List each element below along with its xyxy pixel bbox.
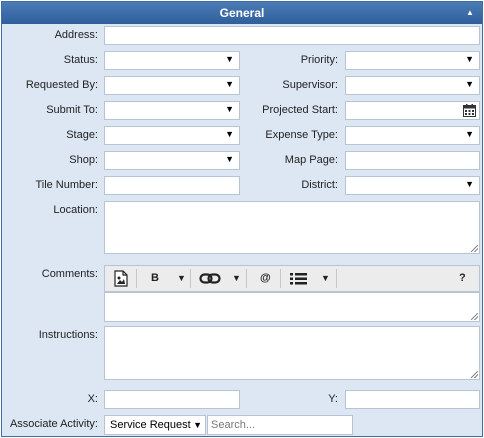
chevron-down-icon[interactable]: ▼ — [177, 266, 186, 291]
tile-number-label: Tile Number: — [35, 179, 98, 191]
resize-grip-icon[interactable] — [471, 371, 478, 378]
calendar-icon[interactable] — [463, 104, 476, 117]
shop-select[interactable]: ▼ — [104, 151, 240, 170]
y-label: Y: — [328, 393, 338, 405]
supervisor-select[interactable]: ▼ — [345, 76, 480, 95]
expense-type-label: Expense Type: — [265, 129, 338, 141]
resize-grip-icon[interactable] — [471, 313, 478, 320]
requested-by-select[interactable]: ▼ — [104, 76, 240, 95]
resize-grip-icon[interactable] — [471, 245, 478, 252]
dropdown-arrow-icon: ▼ — [465, 129, 474, 139]
submit-to-select[interactable]: ▼ — [104, 101, 240, 120]
toolbar-separator — [246, 269, 247, 288]
dropdown-arrow-icon: ▼ — [225, 104, 234, 114]
address-input[interactable] — [104, 26, 480, 45]
location-label: Location: — [53, 204, 98, 216]
toolbar-separator — [190, 269, 191, 288]
instructions-label: Instructions: — [38, 329, 98, 341]
dropdown-arrow-icon: ▼ — [465, 179, 474, 189]
toolbar-separator — [336, 269, 337, 288]
shop-label: Shop: — [69, 154, 98, 166]
y-input[interactable] — [345, 390, 480, 409]
location-textarea[interactable] — [104, 201, 480, 254]
bullet-list-icon[interactable] — [290, 272, 307, 285]
stage-select[interactable]: ▼ — [104, 126, 240, 145]
associate-activity-label: Associate Activity: — [9, 418, 98, 430]
district-label: District: — [301, 179, 338, 191]
requested-by-label: Requested By: — [25, 79, 98, 91]
toolbar-separator — [280, 269, 281, 288]
comments-editor[interactable] — [104, 292, 480, 322]
chevron-down-icon[interactable]: ▼ — [321, 266, 330, 291]
x-label: X: — [87, 393, 98, 405]
district-select[interactable]: ▼ — [345, 176, 480, 195]
status-label: Status: — [63, 54, 98, 66]
chevron-up-icon[interactable]: ▲ — [464, 2, 476, 24]
projected-start-input[interactable] — [345, 101, 480, 120]
associate-activity-value: Service Request — [110, 419, 191, 431]
comments-label: Comments: — [41, 268, 98, 280]
panel-header[interactable]: General ▲ — [2, 2, 482, 24]
priority-select[interactable]: ▼ — [345, 51, 480, 70]
map-page-input[interactable] — [345, 151, 480, 170]
instructions-textarea[interactable] — [104, 326, 480, 380]
dropdown-arrow-icon: ▼ — [225, 79, 234, 89]
link-icon[interactable] — [199, 273, 221, 284]
dropdown-arrow-icon: ▼ — [193, 420, 202, 430]
supervisor-label: Supervisor: — [282, 79, 338, 91]
mention-button[interactable]: @ — [260, 266, 271, 291]
map-page-label: Map Page: — [284, 154, 338, 166]
dropdown-arrow-icon: ▼ — [225, 54, 234, 64]
stage-label: Stage: — [66, 129, 98, 141]
status-select[interactable]: ▼ — [104, 51, 240, 70]
expense-type-select[interactable]: ▼ — [345, 126, 480, 145]
dropdown-arrow-icon: ▼ — [465, 79, 474, 89]
dropdown-arrow-icon: ▼ — [225, 154, 234, 164]
priority-label: Priority: — [300, 54, 338, 66]
x-input[interactable] — [104, 390, 240, 409]
dropdown-arrow-icon: ▼ — [465, 54, 474, 64]
associate-activity-select[interactable]: Service Request ▼ — [104, 415, 206, 435]
comments-toolbar: B ▼ ▼ @ ▼ ? — [104, 265, 480, 292]
dropdown-arrow-icon: ▼ — [225, 129, 234, 139]
submit-to-label: Submit To: — [46, 104, 98, 116]
general-panel: General ▲ Address: Status: ▼ Priority: ▼… — [1, 1, 483, 437]
help-button[interactable]: ? — [459, 266, 466, 291]
toolbar-separator — [136, 269, 137, 288]
projected-start-label: Projected Start: — [262, 104, 338, 116]
bold-button[interactable]: B — [151, 266, 159, 291]
insert-image-icon[interactable] — [114, 270, 128, 287]
chevron-down-icon[interactable]: ▼ — [232, 266, 241, 291]
address-label: Address: — [54, 29, 98, 41]
panel-title: General — [219, 6, 265, 20]
activity-search-input[interactable] — [207, 415, 353, 435]
tile-number-input[interactable] — [104, 176, 240, 195]
